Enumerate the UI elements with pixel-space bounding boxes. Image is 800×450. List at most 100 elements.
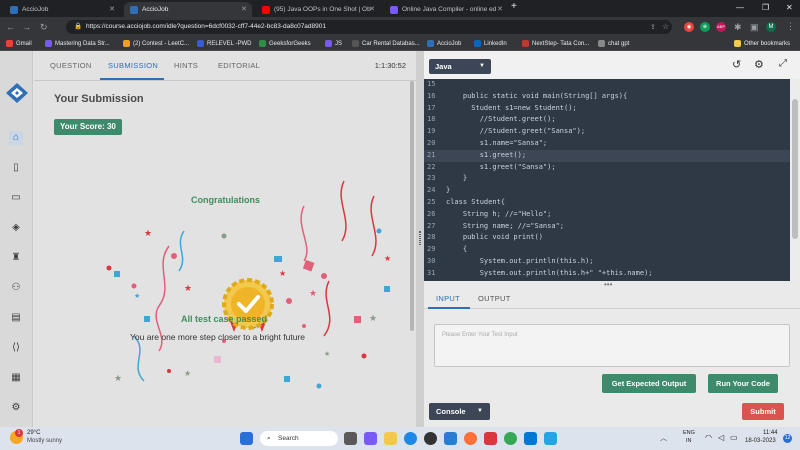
bookmark-item[interactable]: JS xyxy=(325,40,342,47)
star-icon[interactable]: ☆ xyxy=(662,22,669,31)
test-input-field[interactable]: Please Enter Your Test Input xyxy=(434,324,790,367)
tab-input[interactable]: INPUT xyxy=(436,294,460,303)
code-line: 31 System.out.println(this.h+" "+this.na… xyxy=(424,268,790,280)
battery-icon[interactable]: ▭ xyxy=(730,433,738,442)
region-indicator[interactable]: IN xyxy=(686,438,692,444)
browser-tab-3[interactable]: (95) Java OOPs in One Shot | Ob ✕ xyxy=(256,2,380,17)
book-icon[interactable]: ▯ xyxy=(9,161,23,175)
code-line: 28 public void print() xyxy=(424,232,790,244)
minimize-icon[interactable]: — xyxy=(736,3,744,12)
code-icon[interactable]: ⟨⟩ xyxy=(9,341,23,355)
extension-icon[interactable]: ◉ xyxy=(684,22,694,32)
chrome-icon[interactable] xyxy=(504,432,517,445)
back-icon[interactable]: ← xyxy=(6,22,15,32)
scrollbar[interactable] xyxy=(410,81,414,331)
browser-tab-1[interactable]: AccioJob ✕ xyxy=(4,2,120,17)
chat-icon[interactable]: ▭ xyxy=(9,191,23,205)
tab-hints[interactable]: HINTS xyxy=(174,61,198,70)
store-icon[interactable] xyxy=(444,432,457,445)
bookmark-item[interactable]: RELEVEL -PWD xyxy=(197,40,251,47)
people-icon[interactable]: ⚇ xyxy=(9,281,23,295)
close-icon[interactable]: ✕ xyxy=(369,5,375,13)
bookmark-item[interactable]: Gmail xyxy=(6,40,32,47)
wifi-icon[interactable]: ◠ xyxy=(705,433,712,442)
profile-avatar[interactable]: M xyxy=(766,22,776,32)
gear-icon[interactable]: ⚙ xyxy=(754,58,764,71)
address-bar[interactable]: 🔒 https://course.acciojob.com/idle?quest… xyxy=(66,20,672,34)
app-icon[interactable] xyxy=(544,432,557,445)
other-bookmarks[interactable]: Other bookmarks xyxy=(734,40,790,47)
share-icon[interactable]: ⇪ xyxy=(650,23,656,31)
tab-editorial[interactable]: EDITORIAL xyxy=(218,61,260,70)
line-number: 19 xyxy=(427,127,436,136)
fullscreen-icon[interactable]: ⤢ xyxy=(779,58,787,69)
tab-output[interactable]: OUTPUT xyxy=(478,294,511,303)
scrollbar-thumb[interactable] xyxy=(792,99,798,239)
console-button[interactable]: Console ▼ xyxy=(429,403,490,420)
bookmark-item[interactable]: chat gpt xyxy=(598,40,629,47)
extension-icon[interactable]: ABP xyxy=(716,22,726,32)
bookmark-label: Other bookmarks xyxy=(744,40,791,47)
file-explorer-icon[interactable] xyxy=(384,432,397,445)
vscode-icon[interactable] xyxy=(524,432,537,445)
code-editor[interactable]: 15 16 public static void main(String[] a… xyxy=(424,79,790,281)
bookmark-item[interactable]: LinkedIn xyxy=(474,40,507,47)
edge-icon[interactable] xyxy=(404,432,417,445)
bookmark-item[interactable]: GeeksforGeeks xyxy=(259,40,311,47)
chat-app-icon[interactable] xyxy=(364,432,377,445)
document-icon[interactable]: ▤ xyxy=(9,311,23,325)
bookmark-item[interactable]: (2) Contest - LeetC... xyxy=(123,40,189,47)
bookmark-item[interactable]: Mastering Data Str... xyxy=(45,40,110,47)
get-expected-output-button[interactable]: Get Expected Output xyxy=(602,374,696,393)
chevron-up-icon[interactable]: ︿ xyxy=(660,433,667,443)
close-icon[interactable]: ✕ xyxy=(497,5,503,13)
window-close-icon[interactable]: ✕ xyxy=(786,3,793,12)
acciojob-logo[interactable] xyxy=(5,82,29,104)
panel-resize-handle[interactable] xyxy=(416,51,424,427)
chevron-down-icon: ▼ xyxy=(477,408,483,414)
tab-title: Online Java Compiler - online ed xyxy=(402,6,497,13)
drag-handle-icon[interactable] xyxy=(419,231,421,245)
extension-icon[interactable]: ⊕ xyxy=(700,22,710,32)
submit-button[interactable]: Submit xyxy=(742,403,784,420)
language-select[interactable]: Java ▼ xyxy=(429,59,491,74)
acciojob-favicon-icon xyxy=(130,5,138,14)
tab-question[interactable]: QUESTION xyxy=(50,61,92,70)
line-number: 15 xyxy=(427,80,436,88)
taskbar-search[interactable]: ⌕ Search xyxy=(260,431,338,446)
trophy-icon[interactable]: ♜ xyxy=(9,251,23,265)
clock-time[interactable]: 11:44 xyxy=(763,430,778,436)
bookmark-item[interactable]: AccioJob xyxy=(427,40,461,47)
close-icon[interactable]: ✕ xyxy=(241,5,247,13)
new-tab-icon[interactable]: + xyxy=(511,1,517,12)
dell-icon[interactable] xyxy=(424,432,437,445)
language-indicator[interactable]: ENG xyxy=(683,430,695,436)
restore-icon[interactable]: ❐ xyxy=(762,3,769,12)
editor-scrollbar[interactable] xyxy=(790,79,800,281)
sidepanel-icon[interactable]: ▣ xyxy=(750,22,759,33)
mail-icon[interactable] xyxy=(484,432,497,445)
reset-code-icon[interactable]: ↺ xyxy=(732,58,741,71)
close-icon[interactable]: ✕ xyxy=(109,5,115,13)
layers-icon[interactable]: ◈ xyxy=(9,221,23,235)
tab-submission[interactable]: SUBMISSION xyxy=(108,61,158,70)
home-icon[interactable]: ⌂ xyxy=(9,131,23,145)
forward-icon[interactable]: → xyxy=(22,22,31,32)
puzzle-icon[interactable]: ✱ xyxy=(734,22,742,33)
notification-badge[interactable]: 12 xyxy=(783,434,792,443)
calendar-icon[interactable]: ▦ xyxy=(9,371,23,385)
reload-icon[interactable]: ↻ xyxy=(40,22,48,33)
menu-kebab-icon[interactable]: ⋮ xyxy=(786,21,795,32)
bookmark-item[interactable]: NextStep- Tata Con... xyxy=(522,40,589,47)
task-view-icon[interactable] xyxy=(344,432,357,445)
browser-tab-4[interactable]: Online Java Compiler - online ed ✕ xyxy=(384,2,508,17)
code-line: 19 //Student.greet("Sansa"); xyxy=(424,126,790,138)
windows-start-icon[interactable] xyxy=(240,432,253,445)
bookmark-item[interactable]: Car Rental Databas... xyxy=(352,40,420,47)
run-code-button[interactable]: Run Your Code xyxy=(708,374,778,393)
firefox-icon[interactable] xyxy=(464,432,477,445)
clock-date[interactable]: 18-03-2023 xyxy=(745,438,776,444)
browser-tab-2[interactable]: AccioJob ✕ xyxy=(124,2,252,17)
volume-icon[interactable]: ◁ xyxy=(718,433,724,442)
settings-icon[interactable]: ⚙ xyxy=(9,401,23,415)
